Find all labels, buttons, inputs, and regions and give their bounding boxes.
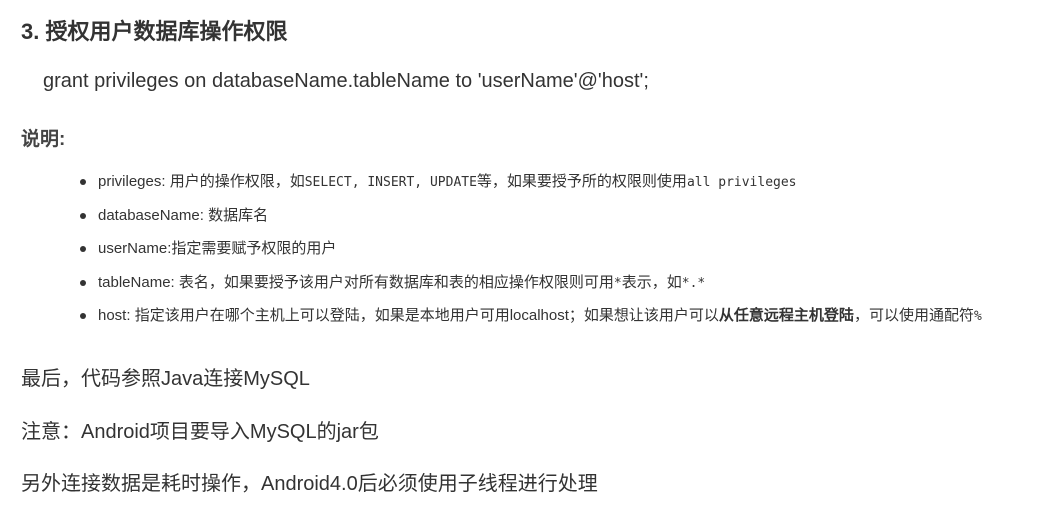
bullet-dot-icon bbox=[80, 313, 86, 319]
list-item-privileges: privileges: 用户的操作权限，如SELECT, INSERT, UPD… bbox=[80, 169, 982, 203]
term: host bbox=[98, 307, 127, 324]
bullet-dot-icon bbox=[80, 246, 86, 252]
grant-statement: grant privileges on databaseName.tableNa… bbox=[43, 70, 649, 92]
term: privileges bbox=[98, 173, 162, 190]
bullet-dot-icon bbox=[80, 279, 86, 286]
bullet-dot-icon bbox=[80, 212, 86, 219]
separator: : bbox=[199, 206, 209, 224]
description: 指定需要赋予权限的用户 bbox=[171, 240, 337, 257]
code-all-privileges: all privileges bbox=[686, 175, 797, 190]
paragraph-reference: 最后，代码参照Java连接MySQL bbox=[21, 368, 310, 390]
term: databaseName bbox=[98, 206, 200, 224]
separator: : bbox=[170, 273, 179, 291]
code-wildcard: * bbox=[613, 275, 622, 291]
list-item-host: host: 指定该用户在哪个主机上可以登陆，如果是本地用户可用localhost… bbox=[80, 303, 982, 337]
description-cont: 等，如果要授予所的权限则使用 bbox=[476, 173, 687, 190]
description: 用户的操作权限，如 bbox=[169, 173, 305, 190]
term: tableName bbox=[98, 273, 171, 291]
explanation-label: 说明: bbox=[21, 129, 66, 150]
code-wildcard-all: *.* bbox=[681, 275, 706, 291]
separator: : bbox=[126, 307, 135, 324]
bullet-dot-icon bbox=[80, 179, 86, 185]
term: userName bbox=[98, 240, 168, 257]
separator: : bbox=[161, 173, 170, 190]
list-item-databasename: databaseName: 数据库名 bbox=[80, 203, 982, 237]
section-heading: 3. 授权用户数据库操作权限 bbox=[21, 19, 288, 44]
parameter-list: privileges: 用户的操作权限，如SELECT, INSERT, UPD… bbox=[80, 169, 982, 337]
paragraph-thread: 另外连接数据是耗时操作，Android4.0后必须使用子线程进行处理 bbox=[21, 473, 598, 495]
description: 表名，如果要授予该用户对所有数据库和表的相应操作权限则可用 bbox=[178, 273, 614, 291]
list-item-username: userName:指定需要赋予权限的用户 bbox=[80, 236, 982, 270]
description: 指定该用户在哪个主机上可以登陆，如果是本地用户可用localhost；如果想让该… bbox=[134, 307, 719, 324]
paragraph-note: 注意：Android项目要导入MySQL的jar包 bbox=[21, 421, 379, 443]
description-cont: 表示，如 bbox=[621, 273, 682, 291]
description: 数据库名 bbox=[208, 206, 269, 224]
code-keywords: SELECT, INSERT, UPDATE bbox=[304, 175, 477, 190]
emphasis: 从任意远程主机登陆 bbox=[718, 307, 854, 324]
code-percent: % bbox=[973, 309, 982, 324]
description-cont: ，可以使用通配符 bbox=[853, 307, 974, 324]
list-item-tablename: tableName: 表名，如果要授予该用户对所有数据库和表的相应操作权限则可用… bbox=[80, 270, 982, 304]
